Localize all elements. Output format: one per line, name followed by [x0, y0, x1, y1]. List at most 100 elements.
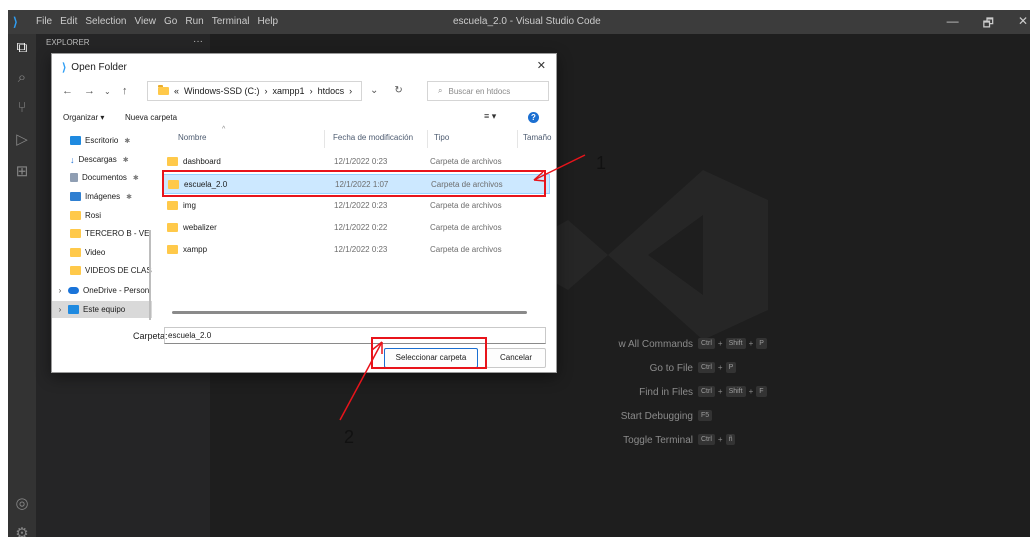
file-row[interactable]: webalizer 12/1/2022 0:22 Carpeta de arch…: [162, 218, 550, 238]
restore-icon[interactable]: 🗗: [983, 14, 994, 35]
breadcrumb-htdocs[interactable]: htdocs: [318, 86, 345, 96]
column-separator[interactable]: [324, 130, 325, 148]
column-header-date[interactable]: Fecha de modificación: [333, 133, 413, 142]
computer-icon: [68, 305, 79, 314]
column-header-size[interactable]: Tamaño: [523, 133, 551, 142]
cancel-button[interactable]: Cancelar: [486, 348, 546, 368]
menu-help[interactable]: Help: [258, 16, 279, 27]
shortcut-keys: F5: [698, 410, 713, 421]
forward-arrow-icon[interactable]: →: [84, 85, 95, 97]
nav-item-label: Documentos: [82, 173, 127, 182]
minimize-icon[interactable]: —: [947, 14, 959, 35]
folder-icon: [70, 248, 81, 257]
image-icon: [70, 192, 81, 201]
nav-item-descargas[interactable]: ↓ Descargas ✱: [52, 151, 152, 168]
address-dropdown-icon[interactable]: ⌄: [370, 85, 378, 96]
view-options-icon[interactable]: ≡ ▾: [484, 111, 496, 122]
folder-label: Carpeta:: [133, 331, 168, 341]
horizontal-scrollbar[interactable]: [172, 311, 527, 314]
shortcut-label: Go to File: [649, 363, 693, 374]
recent-dropdown-icon[interactable]: ⌄: [104, 87, 111, 96]
file-type: Carpeta de archivos: [431, 180, 503, 189]
shortcut-keys: Ctrl + P: [698, 362, 737, 373]
search-icon: ⌕: [438, 86, 443, 95]
folder-icon: [167, 157, 178, 166]
address-bar[interactable]: « Windows-SSD (C:) › xampp1 › htdocs ›: [147, 81, 362, 101]
folder-name-input[interactable]: escuela_2.0: [164, 327, 546, 344]
sort-ascending-icon: ^: [222, 126, 226, 133]
file-row-selected[interactable]: escuela_2.0 12/1/2022 1:07 Carpeta de ar…: [162, 174, 550, 194]
file-list: Nombre ^ Fecha de modificación Tipo Tama…: [162, 126, 554, 320]
chevron-right-icon[interactable]: ›: [56, 286, 64, 295]
menu-selection[interactable]: Selection: [85, 16, 126, 27]
select-folder-button[interactable]: Seleccionar carpeta: [384, 348, 478, 368]
nav-item-label: Video: [85, 248, 106, 257]
key-cap: P: [756, 338, 767, 349]
file-row[interactable]: img 12/1/2022 0:23 Carpeta de archivos: [162, 196, 550, 216]
help-icon[interactable]: ?: [528, 112, 539, 123]
column-header-name[interactable]: Nombre: [178, 133, 206, 142]
nav-item-documentos[interactable]: Documentos ✱: [52, 169, 152, 186]
file-row[interactable]: dashboard 12/1/2022 0:23 Carpeta de arch…: [162, 152, 550, 172]
nav-item-video[interactable]: Video: [52, 244, 152, 261]
search-input[interactable]: ⌕ Buscar en htdocs: [427, 81, 549, 101]
vscode-logo-icon: ⟩: [62, 62, 67, 74]
address-tools: ⌄ ↻: [370, 85, 403, 96]
menu-go[interactable]: Go: [164, 16, 177, 27]
window-title: escuela_2.0 - Visual Studio Code: [453, 16, 601, 27]
activity-bar: ⧉ ⌕ ⑂ ▷ ⊞ ◎ ⚙: [8, 34, 36, 537]
account-icon[interactable]: ◎: [8, 490, 36, 518]
close-icon[interactable]: ✕: [537, 59, 546, 72]
folder-icon: [70, 211, 81, 220]
nav-item-rosi[interactable]: Rosi: [52, 207, 152, 224]
breadcrumb-xampp1[interactable]: xampp1: [273, 86, 305, 96]
nav-item-imagenes[interactable]: Imágenes ✱: [52, 188, 152, 205]
menu-file[interactable]: File: [36, 16, 52, 27]
nav-item-videos-clases[interactable]: VIDEOS DE CLAS: [52, 262, 152, 279]
column-header-type[interactable]: Tipo: [434, 133, 449, 142]
menu-edit[interactable]: Edit: [60, 16, 77, 27]
file-name: dashboard: [183, 157, 221, 166]
run-debug-icon[interactable]: ▷: [8, 126, 36, 154]
menu-view[interactable]: View: [135, 16, 157, 27]
extensions-icon[interactable]: ⊞: [8, 158, 36, 186]
back-arrow-icon[interactable]: ←: [62, 85, 73, 97]
dialog-title: Open Folder: [71, 62, 127, 73]
new-folder-button[interactable]: Nueva carpeta: [125, 113, 177, 122]
breadcrumb-overflow[interactable]: «: [174, 86, 179, 96]
shortcut-keys: Ctrl + Shift + P: [698, 338, 767, 349]
menu-terminal[interactable]: Terminal: [212, 16, 250, 27]
explorer-title: EXPLORER: [46, 38, 90, 47]
column-separator[interactable]: [427, 130, 428, 148]
settings-gear-icon[interactable]: ⚙: [8, 520, 36, 537]
column-separator[interactable]: [517, 130, 518, 148]
search-icon[interactable]: ⌕: [8, 64, 36, 92]
file-name: xampp: [183, 245, 208, 254]
nav-item-este-equipo[interactable]: › Este equipo: [52, 301, 152, 318]
more-actions-icon[interactable]: ···: [193, 36, 203, 47]
nav-item-escritorio[interactable]: Escritorio ✱: [52, 132, 152, 149]
screenshot-frame: ⟩ File Edit Selection View Go Run Termin…: [0, 0, 1030, 537]
nav-item-label: Este equipo: [83, 305, 126, 314]
up-arrow-icon[interactable]: ↑: [122, 85, 128, 97]
organize-button[interactable]: Organizar ▾: [63, 113, 104, 122]
pin-icon: ✱: [122, 156, 129, 164]
file-date: 12/1/2022 0:23: [334, 157, 388, 166]
menu-run[interactable]: Run: [185, 16, 203, 27]
close-window-icon[interactable]: ✕: [1018, 14, 1028, 35]
source-control-icon[interactable]: ⑂: [8, 94, 36, 122]
nav-scrollbar[interactable]: [149, 230, 151, 320]
explorer-icon[interactable]: ⧉: [8, 34, 36, 62]
pin-icon: ✱: [124, 137, 131, 145]
nav-item-onedrive[interactable]: › OneDrive - Person: [52, 282, 152, 299]
file-type: Carpeta de archivos: [430, 157, 502, 166]
folder-icon: [158, 85, 169, 95]
key-cap: F: [756, 386, 767, 397]
shortcut-keys: Ctrl + Shift + F: [698, 386, 767, 397]
nav-item-tercero[interactable]: TERCERO B - VE: [52, 225, 152, 242]
file-row[interactable]: xampp 12/1/2022 0:23 Carpeta de archivos: [162, 240, 550, 260]
breadcrumb-drive[interactable]: Windows-SSD (C:): [184, 86, 260, 96]
folder-icon: [167, 245, 178, 254]
chevron-right-icon[interactable]: ›: [56, 305, 64, 314]
refresh-icon[interactable]: ↻: [394, 85, 402, 96]
